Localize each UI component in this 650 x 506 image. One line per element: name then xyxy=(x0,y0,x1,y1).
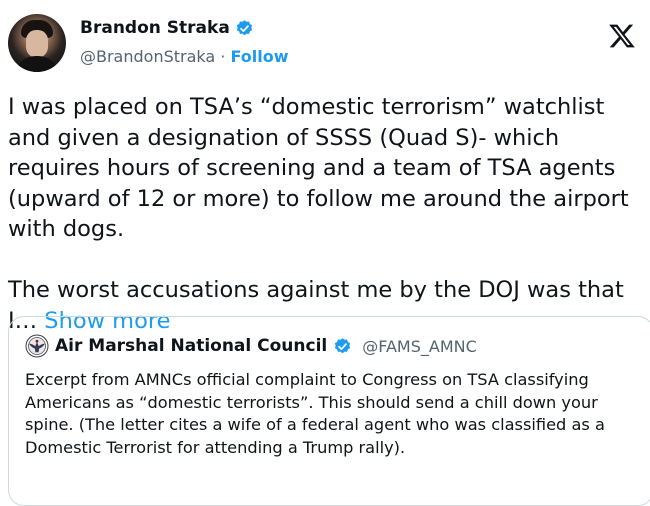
quoted-tweet-text: Excerpt from AMNCs official complaint to… xyxy=(25,370,605,457)
verified-badge-icon xyxy=(236,19,252,35)
separator-dot: · xyxy=(215,47,231,66)
x-logo-icon[interactable] xyxy=(608,22,636,50)
tweet-header: Brandon Straka @BrandonStraka · Follow xyxy=(8,14,640,78)
tweet-body: I was placed on TSA’s “domestic terroris… xyxy=(8,94,629,334)
verified-badge-icon xyxy=(335,337,351,353)
author-handle-row: @BrandonStraka · Follow xyxy=(80,47,288,66)
quoted-tweet[interactable]: Air Marshal National Council @FAMS_AMNC … xyxy=(8,316,650,506)
tweet-text: I was placed on TSA’s “domestic terroris… xyxy=(8,92,638,336)
quoted-author-name[interactable]: Air Marshal National Council xyxy=(55,336,327,356)
follow-button[interactable]: Follow xyxy=(230,47,288,66)
author-name-row: Brandon Straka xyxy=(80,18,254,38)
air-marshal-seal-icon[interactable] xyxy=(25,334,49,358)
author-avatar[interactable] xyxy=(8,14,66,72)
author-name[interactable]: Brandon Straka xyxy=(80,18,230,38)
author-handle[interactable]: @BrandonStraka xyxy=(80,47,215,66)
quoted-tweet-header: Air Marshal National Council @FAMS_AMNC xyxy=(25,334,477,358)
quoted-author-handle[interactable]: @FAMS_AMNC xyxy=(362,337,477,356)
